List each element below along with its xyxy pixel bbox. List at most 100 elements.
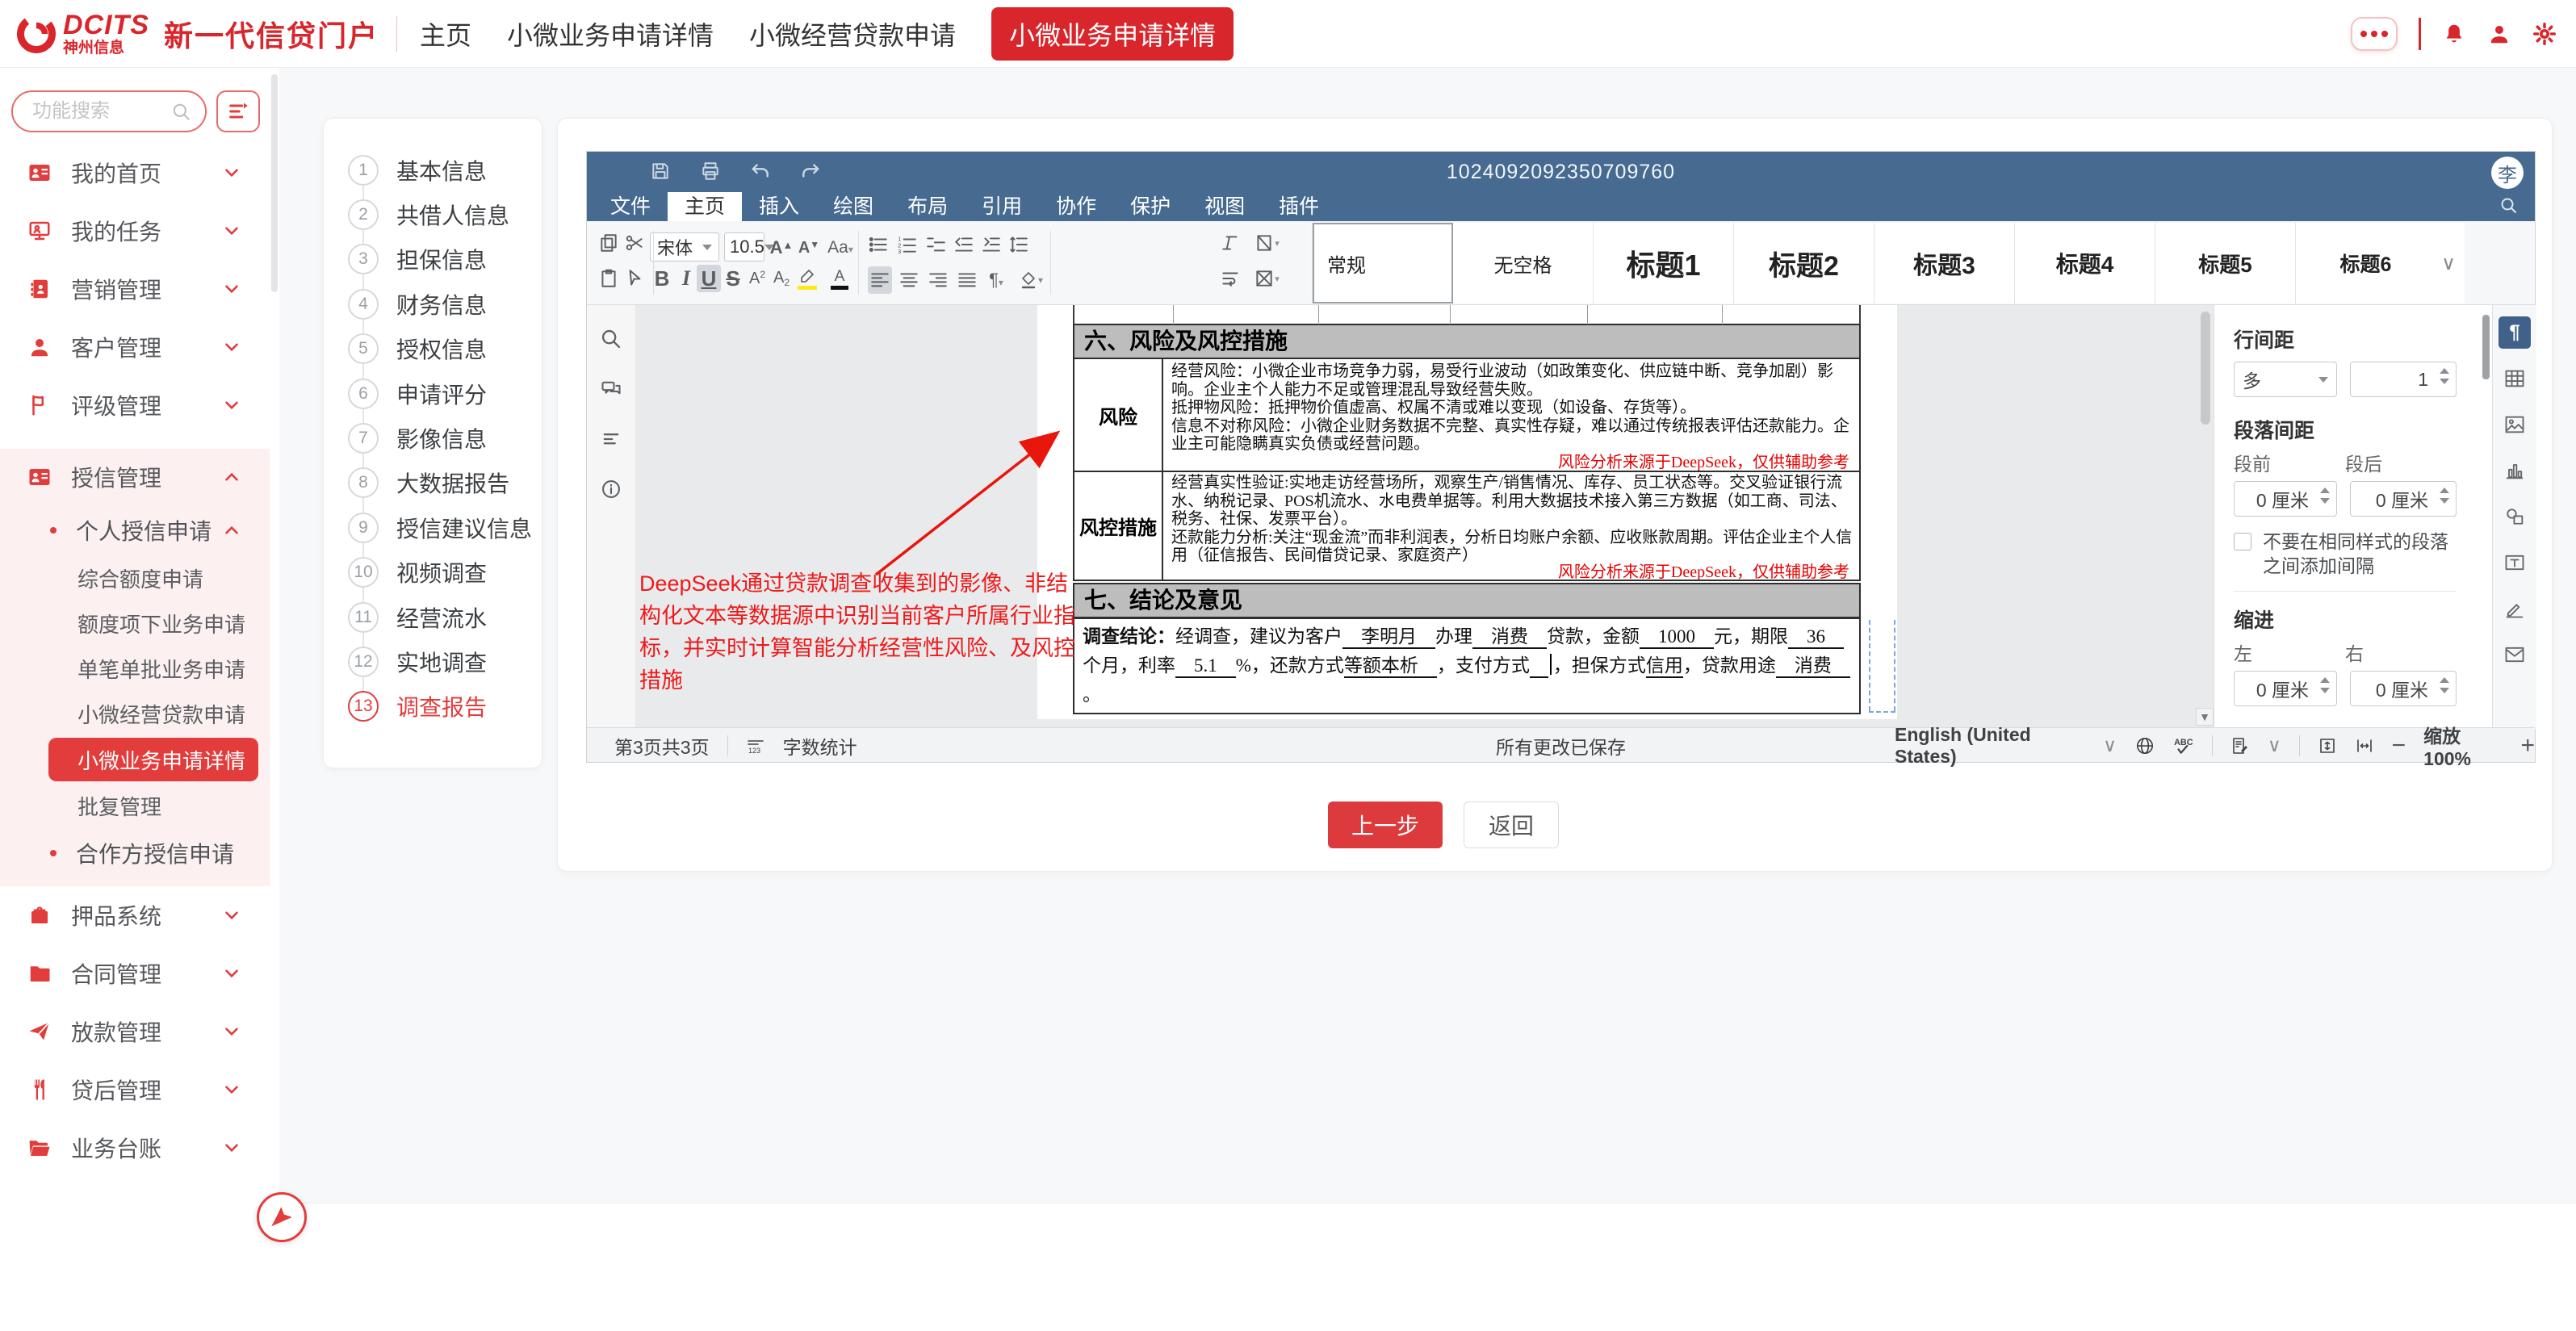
- sidebar-item-我的任务[interactable]: 我的任务: [0, 202, 270, 260]
- header-tab-4[interactable]: 小微业务申请详情: [991, 7, 1234, 61]
- cut-icon[interactable]: [622, 229, 647, 257]
- sidebar-item-业务台账[interactable]: 业务台账: [0, 1119, 270, 1177]
- sidebar-item-我的首页[interactable]: 我的首页: [0, 144, 270, 202]
- sidebar-item-评级管理[interactable]: 评级管理: [0, 376, 270, 434]
- editor-tab-插入[interactable]: 插入: [742, 192, 816, 221]
- change-case-icon[interactable]: Aa▾: [823, 234, 858, 262]
- sidebar-item-合同管理[interactable]: 合同管理: [0, 944, 270, 1002]
- search-icon[interactable]: [600, 328, 622, 350]
- paste-icon[interactable]: [597, 265, 621, 292]
- avatar[interactable]: 李: [2491, 157, 2524, 189]
- editor-tab-插件[interactable]: 插件: [1262, 192, 1336, 221]
- sidebar-item-放款管理[interactable]: 放款管理: [0, 1002, 270, 1061]
- editor-tab-布局[interactable]: 布局: [890, 192, 965, 221]
- zoom-level[interactable]: 缩放100%: [2423, 721, 2503, 770]
- step-10[interactable]: 10视频调查: [348, 550, 537, 595]
- indent-left-stepper[interactable]: 0 厘米: [2234, 671, 2337, 706]
- step-7[interactable]: 7影像信息: [348, 416, 537, 460]
- document-page[interactable]: 六、风险及风控措施 风险 经营风险：小微企业市场竞争力弱，易受行业波动（如政策变…: [1037, 305, 1897, 719]
- line-spacing-select[interactable]: 多: [2234, 362, 2337, 397]
- line-spacing-stepper[interactable]: 1: [2350, 362, 2457, 397]
- justify-icon[interactable]: [955, 266, 979, 294]
- frame-icon[interactable]: ▾: [1249, 265, 1284, 292]
- superscript-icon[interactable]: A2: [745, 265, 769, 292]
- more-ellipsis-icon[interactable]: [2351, 17, 2398, 51]
- image-icon[interactable]: [2499, 408, 2531, 441]
- style-标题3[interactable]: 标题3: [1874, 223, 2015, 303]
- same-style-checkbox[interactable]: [2234, 533, 2251, 550]
- highlight-color-icon[interactable]: [794, 263, 821, 295]
- language-selector[interactable]: English (United States): [1895, 724, 2085, 768]
- style-标题2[interactable]: 标题2: [1734, 223, 1874, 303]
- bell-icon[interactable]: [2442, 22, 2466, 46]
- line-spacing-icon[interactable]: [1007, 231, 1031, 258]
- fit-width-icon[interactable]: [2355, 736, 2374, 755]
- conclusion-paragraph[interactable]: 调查结论：经调查，建议为客户 李明月 办理 消费 贷款，金额 1000 元，期限…: [1073, 617, 1861, 714]
- increase-indent-icon[interactable]: [979, 231, 1003, 258]
- info-icon[interactable]: [600, 478, 622, 500]
- sidebar-leaf-批复管理[interactable]: 批复管理: [0, 783, 270, 828]
- header-tab-3[interactable]: 小微经营贷款申请: [749, 15, 956, 52]
- shade-style-icon[interactable]: ▾: [1249, 229, 1284, 257]
- italic-icon[interactable]: I: [674, 265, 698, 292]
- step-4[interactable]: 4财务信息: [348, 282, 537, 326]
- editor-tab-文件[interactable]: 文件: [593, 192, 668, 221]
- gear-icon[interactable]: [2532, 22, 2557, 46]
- font-color-icon[interactable]: A: [826, 263, 853, 295]
- sidebar-leaf-小微业务申请详情[interactable]: 小微业务申请详情: [48, 738, 258, 781]
- bullet-list-icon[interactable]: [866, 231, 890, 258]
- sidebar-scrollbar[interactable]: [271, 74, 278, 292]
- zoom-in-icon[interactable]: +: [2520, 732, 2535, 760]
- text-wrap-icon[interactable]: [1218, 265, 1242, 292]
- space-after-stepper[interactable]: 0 厘米: [2350, 481, 2457, 517]
- step-13[interactable]: 13调查报告: [348, 684, 537, 729]
- step-2[interactable]: 2共借人信息: [348, 192, 537, 236]
- shading-icon[interactable]: ▾: [1013, 266, 1049, 294]
- shapes-icon[interactable]: [2499, 500, 2531, 533]
- strikethrough-icon[interactable]: S: [721, 265, 745, 292]
- fit-page-icon[interactable]: [2318, 736, 2337, 755]
- editor-tab-引用[interactable]: 引用: [965, 192, 1039, 221]
- signature-icon[interactable]: [2499, 592, 2531, 625]
- copy-icon[interactable]: [597, 229, 621, 257]
- textbox-icon[interactable]: [2499, 546, 2531, 579]
- header-tab-2[interactable]: 小微业务申请详情: [507, 15, 714, 52]
- menu-collapse-button[interactable]: [216, 90, 260, 132]
- user-icon[interactable]: [2487, 22, 2511, 46]
- scroll-down-icon[interactable]: ▼: [2196, 708, 2214, 726]
- envelope-icon[interactable]: [2499, 638, 2531, 671]
- sidebar-subitem-合作方授信申请[interactable]: 合作方授信申请: [0, 828, 270, 878]
- style-标题5[interactable]: 标题5: [2155, 223, 2296, 303]
- editor-tab-绘图[interactable]: 绘图: [816, 192, 890, 221]
- outline-icon[interactable]: [600, 428, 622, 450]
- underline-icon[interactable]: U: [697, 265, 721, 292]
- table-icon[interactable]: [2499, 362, 2531, 395]
- sidebar-item-营销管理[interactable]: 营销管理: [0, 260, 270, 318]
- step-6[interactable]: 6申请评分: [348, 371, 537, 416]
- paragraph-mark-icon[interactable]: ¶▾: [984, 266, 1008, 294]
- sidebar-item-客户管理[interactable]: 客户管理: [0, 318, 270, 376]
- sidebar-subitem-个人授信申请[interactable]: 个人授信申请: [0, 505, 270, 555]
- globe-icon[interactable]: [2134, 735, 2155, 756]
- shrink-font-icon[interactable]: A▼: [795, 234, 823, 262]
- clear-format-icon[interactable]: [1218, 229, 1242, 257]
- edit-mode-icon[interactable]: [2230, 736, 2250, 755]
- space-before-stepper[interactable]: 0 厘米: [2234, 481, 2337, 517]
- select-icon[interactable]: [622, 265, 647, 292]
- sidebar-item-授信管理[interactable]: 授信管理: [0, 449, 270, 505]
- document-scrollbar[interactable]: [2201, 312, 2210, 425]
- font-name-select[interactable]: 宋体: [650, 232, 719, 262]
- align-center-icon[interactable]: [897, 266, 921, 294]
- subscript-icon[interactable]: A2: [769, 265, 794, 292]
- step-12[interactable]: 12实地调查: [348, 639, 537, 684]
- step-8[interactable]: 8大数据报告: [348, 461, 537, 505]
- step-11[interactable]: 11经营流水: [348, 595, 537, 639]
- font-size-select[interactable]: 10.5: [724, 232, 764, 262]
- zoom-out-icon[interactable]: −: [2392, 732, 2406, 760]
- panel-scrollbar[interactable]: [2482, 315, 2490, 379]
- sidebar-leaf-额度项下业务申请[interactable]: 额度项下业务申请: [0, 601, 270, 646]
- sidebar-leaf-综合额度申请[interactable]: 综合额度申请: [0, 555, 270, 601]
- bold-icon[interactable]: B: [650, 265, 674, 292]
- back-button[interactable]: 返回: [1464, 802, 1559, 848]
- editor-tab-协作[interactable]: 协作: [1039, 192, 1113, 221]
